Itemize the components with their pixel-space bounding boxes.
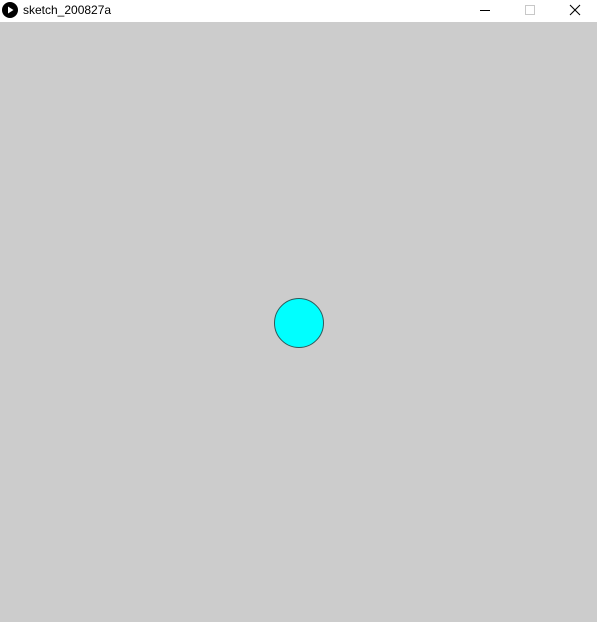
app-window: sketch_200827a bbox=[0, 0, 597, 622]
title-bar[interactable]: sketch_200827a bbox=[0, 0, 597, 22]
minimize-button[interactable] bbox=[462, 0, 508, 22]
play-icon-glyph bbox=[8, 6, 14, 14]
minimize-icon bbox=[480, 10, 490, 11]
close-button[interactable] bbox=[552, 0, 597, 22]
window-title: sketch_200827a bbox=[23, 3, 112, 17]
play-icon bbox=[2, 2, 18, 18]
maximize-icon bbox=[525, 5, 535, 15]
sketch-canvas[interactable] bbox=[0, 22, 597, 622]
maximize-button[interactable] bbox=[507, 0, 553, 22]
cyan-circle bbox=[274, 298, 324, 348]
close-icon bbox=[569, 4, 581, 16]
